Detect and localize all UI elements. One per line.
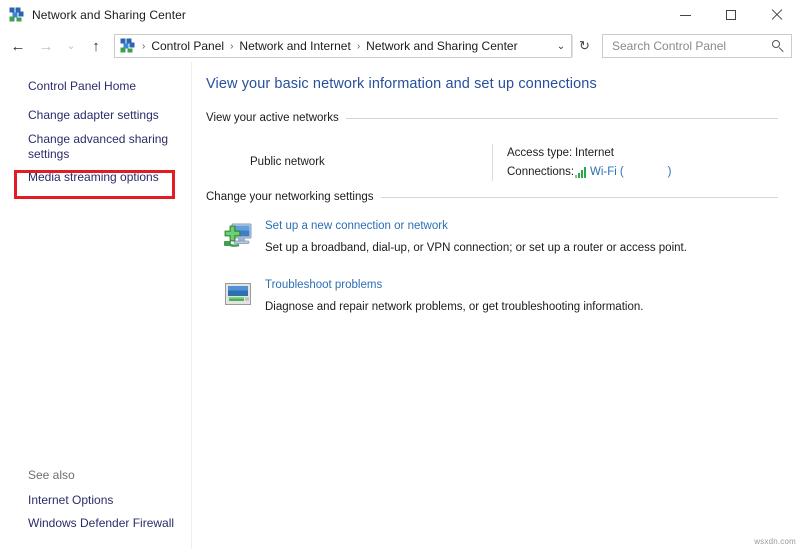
close-icon bbox=[771, 9, 783, 21]
wifi-signal-icon bbox=[575, 167, 586, 178]
sidebar-item-windows-defender-firewall[interactable]: Windows Defender Firewall bbox=[0, 512, 191, 535]
breadcrumb-item-network-and-sharing-center[interactable]: Network and Sharing Center bbox=[362, 37, 521, 55]
desc-troubleshoot-problems: Diagnose and repair network problems, or… bbox=[265, 301, 643, 313]
section-divider bbox=[381, 197, 779, 198]
breadcrumb-separator-1: › bbox=[228, 41, 235, 52]
address-bar[interactable]: › Control Panel › Network and Internet ›… bbox=[114, 34, 572, 58]
window-controls bbox=[662, 0, 800, 30]
chevron-down-icon[interactable]: ⌄ bbox=[551, 35, 571, 57]
sidebar-item-internet-options[interactable]: Internet Options bbox=[0, 489, 191, 512]
breadcrumb-item-network-and-internet[interactable]: Network and Internet bbox=[235, 37, 354, 55]
network-sharing-center-window: Network and Sharing Center ← → ⌄ ↑ bbox=[0, 0, 800, 549]
forward-button[interactable]: → bbox=[32, 33, 60, 59]
search-icon bbox=[772, 40, 785, 53]
back-button[interactable]: ← bbox=[4, 33, 32, 59]
setting-text-setup-new-connection: Set up a new connection or network Set u… bbox=[265, 219, 687, 256]
section-divider bbox=[346, 118, 778, 119]
sidebar-item-change-advanced-sharing-settings[interactable]: Change advanced sharing settings bbox=[0, 127, 191, 166]
breadcrumb-network-icon bbox=[120, 38, 136, 54]
active-network-name: Public network bbox=[250, 156, 325, 168]
close-button[interactable] bbox=[754, 0, 800, 30]
sidebar-spacer bbox=[0, 189, 191, 468]
connection-open-paren: ( bbox=[620, 166, 624, 178]
active-network-row: Public network Access type: Internet Con… bbox=[206, 124, 778, 191]
minimize-button[interactable] bbox=[662, 0, 708, 30]
window-title: Network and Sharing Center bbox=[32, 8, 186, 22]
setting-text-troubleshoot-problems: Troubleshoot problems Diagnose and repai… bbox=[265, 278, 643, 315]
active-network-left: Public network bbox=[206, 142, 492, 181]
sidebar-item-control-panel-home[interactable]: Control Panel Home bbox=[0, 76, 191, 104]
sidebar-item-media-streaming-options[interactable]: Media streaming options bbox=[0, 166, 191, 189]
sidebar: Control Panel Home Change adapter settin… bbox=[0, 62, 192, 549]
search-input[interactable] bbox=[610, 38, 769, 54]
network-sharing-center-icon bbox=[9, 7, 25, 23]
connections-label: Connections: bbox=[507, 166, 575, 178]
refresh-button[interactable]: ↻ bbox=[572, 35, 596, 57]
access-type-value: Internet bbox=[575, 147, 614, 159]
new-connection-icon bbox=[222, 219, 254, 251]
minimize-icon bbox=[680, 15, 691, 16]
setting-item-troubleshoot-problems[interactable]: Troubleshoot problems Diagnose and repai… bbox=[206, 278, 778, 337]
setting-item-setup-new-connection[interactable]: Set up a new connection or network Set u… bbox=[206, 219, 778, 278]
connections-row: Connections: Wi-Fi ( ) bbox=[507, 162, 778, 181]
access-type-label: Access type: bbox=[507, 147, 575, 159]
recent-locations-button[interactable]: ⌄ bbox=[60, 33, 82, 59]
up-button[interactable]: ↑ bbox=[82, 33, 110, 59]
breadcrumb-separator-2: › bbox=[355, 41, 362, 52]
page-title: View your basic network information and … bbox=[206, 76, 778, 92]
breadcrumb: › Control Panel › Network and Internet ›… bbox=[140, 37, 551, 55]
navigation-bar: ← → ⌄ ↑ › Control Panel › Network and In… bbox=[0, 30, 800, 62]
window-body: Control Panel Home Change adapter settin… bbox=[0, 62, 800, 549]
networking-settings-section-header: Change your networking settings bbox=[206, 191, 778, 203]
search-box[interactable] bbox=[602, 34, 792, 58]
maximize-icon bbox=[726, 10, 736, 20]
desc-setup-new-connection: Set up a broadband, dial-up, or VPN conn… bbox=[265, 242, 687, 254]
maximize-button[interactable] bbox=[708, 0, 754, 30]
title-bar: Network and Sharing Center bbox=[0, 0, 800, 30]
settings-list: Set up a new connection or network Set u… bbox=[206, 203, 778, 337]
sidebar-item-change-adapter-settings[interactable]: Change adapter settings bbox=[0, 104, 191, 127]
watermark: wsxdn.com bbox=[754, 537, 796, 546]
link-setup-new-connection[interactable]: Set up a new connection or network bbox=[265, 220, 687, 232]
active-network-details: Access type: Internet Connections: Wi-Fi… bbox=[493, 142, 778, 181]
breadcrumb-item-control-panel[interactable]: Control Panel bbox=[147, 37, 228, 55]
connection-link-wifi[interactable]: Wi-Fi bbox=[590, 166, 617, 178]
troubleshoot-icon bbox=[222, 278, 254, 310]
networking-settings-heading: Change your networking settings bbox=[206, 191, 381, 203]
main-content: View your basic network information and … bbox=[192, 62, 800, 549]
connection-close-paren: ) bbox=[668, 166, 672, 178]
sidebar-bottom-padding bbox=[0, 535, 191, 549]
breadcrumb-separator-0: › bbox=[140, 41, 147, 52]
active-networks-section-header: View your active networks bbox=[206, 112, 778, 124]
see-also-heading: See also bbox=[0, 468, 191, 489]
access-type-row: Access type: Internet bbox=[507, 143, 778, 162]
active-networks-heading: View your active networks bbox=[206, 112, 346, 124]
link-troubleshoot-problems[interactable]: Troubleshoot problems bbox=[265, 279, 643, 291]
